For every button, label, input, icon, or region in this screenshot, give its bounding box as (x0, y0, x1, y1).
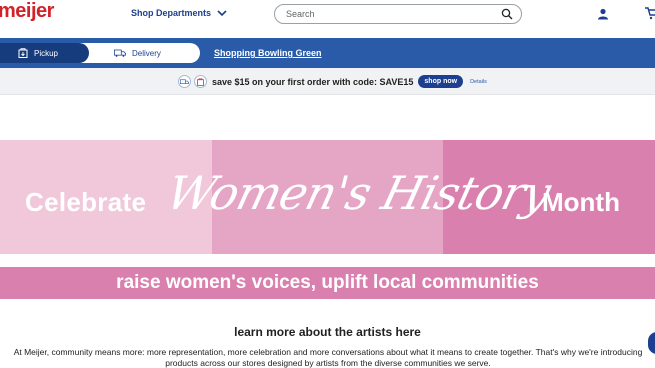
fulfillment-bar: Pickup Delivery Shopping Bowling Green (0, 38, 655, 68)
shop-now-button[interactable]: shop now (418, 75, 464, 88)
hero-banner-text: Celebrate Women's History Month (0, 140, 655, 254)
search-icon[interactable] (501, 8, 513, 20)
pickup-option[interactable]: Pickup (0, 43, 89, 63)
artists-paragraph: At Meijer, community means more: more re… (13, 347, 643, 368)
store-selector-link[interactable]: Shopping Bowling Green (214, 48, 322, 58)
cart-icon[interactable] (645, 7, 655, 20)
shop-departments-button[interactable]: Shop Departments (131, 8, 227, 18)
pickup-bag-icon (18, 48, 28, 58)
chevron-down-icon (217, 9, 227, 16)
site-header: meijer Shop Departments (0, 0, 655, 36)
pickup-label: Pickup (33, 48, 58, 58)
delivery-truck-icon (114, 49, 126, 57)
sub-banner[interactable]: raise women's voices, uplift local commu… (0, 267, 655, 299)
sub-banner-text: raise women's voices, uplift local commu… (116, 272, 539, 293)
promo-content: save $15 on your first order with code: … (178, 73, 487, 90)
bag-icon (194, 75, 207, 88)
artists-heading: learn more about the artists here (234, 325, 421, 339)
chat-button[interactable] (648, 332, 655, 354)
delivery-label: Delivery (132, 48, 161, 58)
promo-icons (178, 75, 207, 88)
truck-icon (178, 75, 191, 88)
banner-celebrate: Celebrate (25, 187, 147, 217)
account-icon[interactable] (597, 8, 609, 20)
shop-departments-label: Shop Departments (131, 8, 212, 18)
promo-bar: save $15 on your first order with code: … (0, 68, 655, 95)
delivery-option[interactable]: Delivery (114, 43, 161, 63)
search-bar[interactable] (274, 4, 522, 24)
promo-text: save $15 on your first order with code: … (212, 76, 414, 87)
details-link[interactable]: Details (470, 79, 487, 85)
search-input[interactable] (286, 9, 501, 19)
banner-month: Month (542, 187, 620, 217)
banner-script-title: Women's History (161, 166, 556, 220)
fulfillment-toggle: Pickup Delivery (0, 43, 200, 63)
meijer-logo[interactable]: meijer (0, 0, 54, 23)
